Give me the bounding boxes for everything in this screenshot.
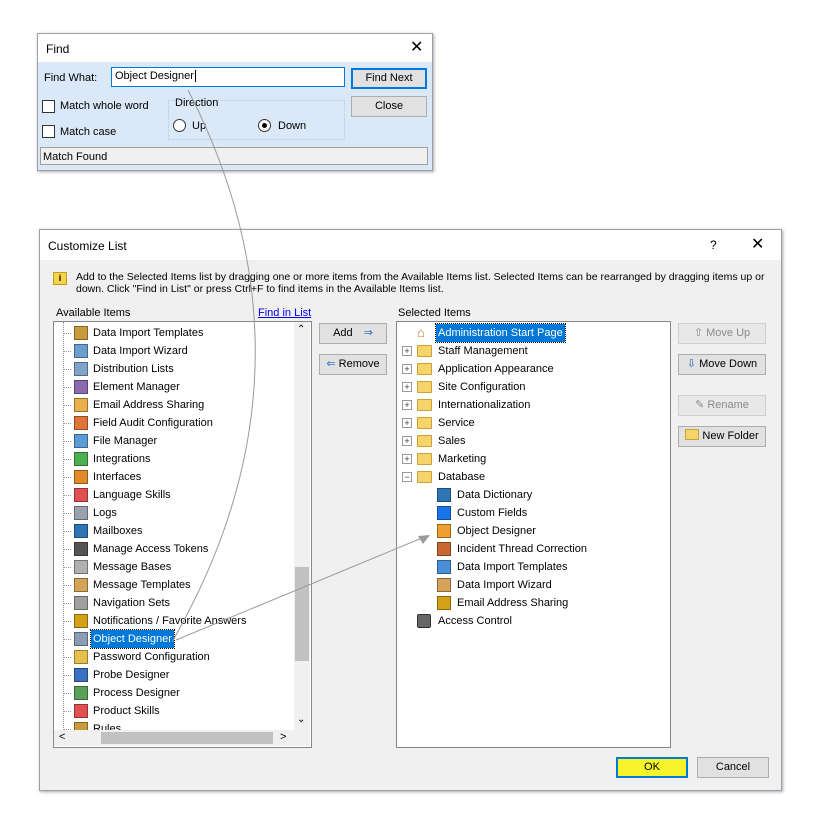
item-to-selected-arrow	[175, 537, 423, 641]
find-to-item-arrow	[171, 89, 256, 643]
annotation-arrows	[171, 89, 430, 643]
arrowhead-icon	[418, 535, 430, 544]
